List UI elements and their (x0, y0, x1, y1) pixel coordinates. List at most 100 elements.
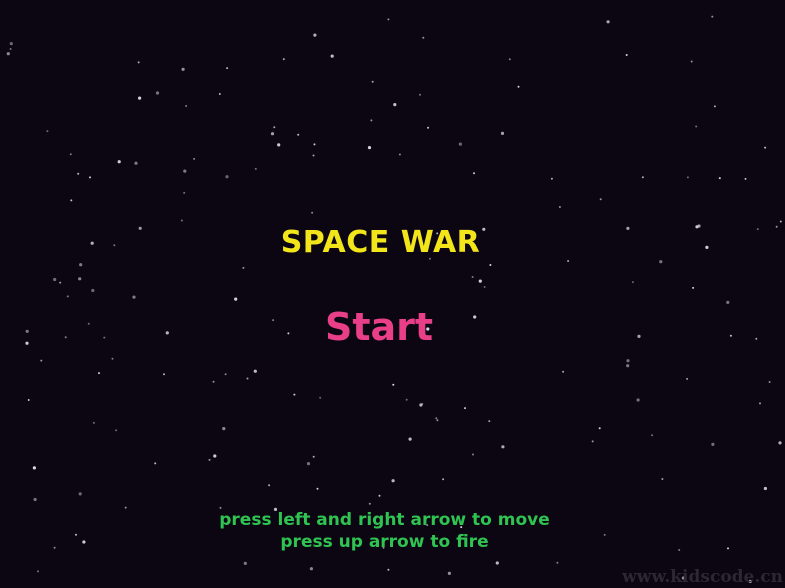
star (626, 364, 630, 368)
game-title: SPACE WAR (280, 225, 481, 260)
star (132, 295, 136, 299)
star (180, 219, 183, 222)
star (744, 177, 747, 180)
star (371, 80, 374, 83)
star (183, 169, 187, 173)
star (277, 143, 281, 147)
star (208, 458, 211, 461)
star (312, 455, 315, 458)
star (64, 336, 67, 339)
star (92, 421, 95, 424)
star (330, 54, 334, 58)
star (212, 380, 215, 383)
star (79, 263, 83, 267)
star (483, 286, 486, 288)
star (268, 484, 271, 487)
star (66, 295, 69, 298)
star (392, 383, 395, 386)
star (713, 105, 716, 108)
star (253, 369, 257, 373)
star (243, 561, 247, 566)
star (226, 67, 229, 70)
star (378, 494, 381, 497)
star (89, 176, 91, 179)
star (313, 33, 317, 37)
star (181, 67, 185, 71)
star (625, 54, 628, 56)
star (387, 18, 390, 21)
star (636, 398, 640, 402)
star (471, 276, 474, 278)
star (319, 396, 322, 399)
star (218, 93, 221, 95)
star (729, 334, 732, 337)
star (686, 377, 689, 380)
star (6, 52, 10, 56)
star (501, 445, 505, 449)
star (53, 277, 57, 282)
star (313, 143, 316, 146)
star (316, 487, 319, 490)
star (763, 486, 768, 491)
star (246, 377, 249, 380)
star (478, 279, 482, 283)
star (488, 420, 491, 423)
star (464, 407, 466, 410)
star (755, 337, 758, 340)
star (78, 277, 82, 281)
star (637, 334, 641, 338)
star (718, 177, 721, 180)
star (32, 466, 37, 470)
star (598, 427, 601, 430)
star (234, 297, 238, 301)
star (370, 119, 373, 122)
star (686, 176, 689, 179)
star (692, 286, 695, 289)
star (117, 160, 121, 164)
star (779, 220, 782, 223)
star (436, 419, 439, 422)
star (562, 370, 565, 373)
star (447, 571, 451, 576)
star (606, 20, 610, 24)
star (422, 36, 425, 39)
star (155, 91, 160, 95)
star (183, 191, 186, 194)
instruction-fire: press up arrow to fire (280, 532, 489, 552)
star (495, 561, 499, 565)
star (9, 42, 13, 46)
star (98, 372, 100, 375)
star (91, 288, 95, 293)
star (641, 176, 644, 179)
star (9, 48, 12, 50)
star (661, 478, 664, 480)
star (393, 103, 397, 107)
star (154, 462, 157, 465)
star (137, 61, 140, 64)
star (293, 393, 296, 396)
star (27, 399, 30, 401)
star (242, 266, 245, 269)
star (517, 85, 520, 88)
star (306, 462, 311, 466)
star (726, 300, 730, 304)
star (25, 341, 29, 345)
star (37, 570, 39, 573)
star (398, 153, 401, 156)
start-button[interactable]: Start (325, 302, 433, 352)
star (695, 125, 698, 128)
star (193, 157, 196, 160)
star (78, 492, 82, 496)
star (69, 153, 72, 156)
star (500, 131, 505, 135)
star (46, 130, 49, 133)
star (270, 132, 275, 136)
star (224, 373, 227, 376)
star (163, 373, 165, 376)
star (103, 336, 106, 339)
game-stage: SPACE WAR Start press left and right arr… (0, 0, 785, 588)
star (759, 402, 761, 405)
star (778, 441, 782, 445)
star (419, 93, 421, 96)
star (489, 264, 492, 266)
